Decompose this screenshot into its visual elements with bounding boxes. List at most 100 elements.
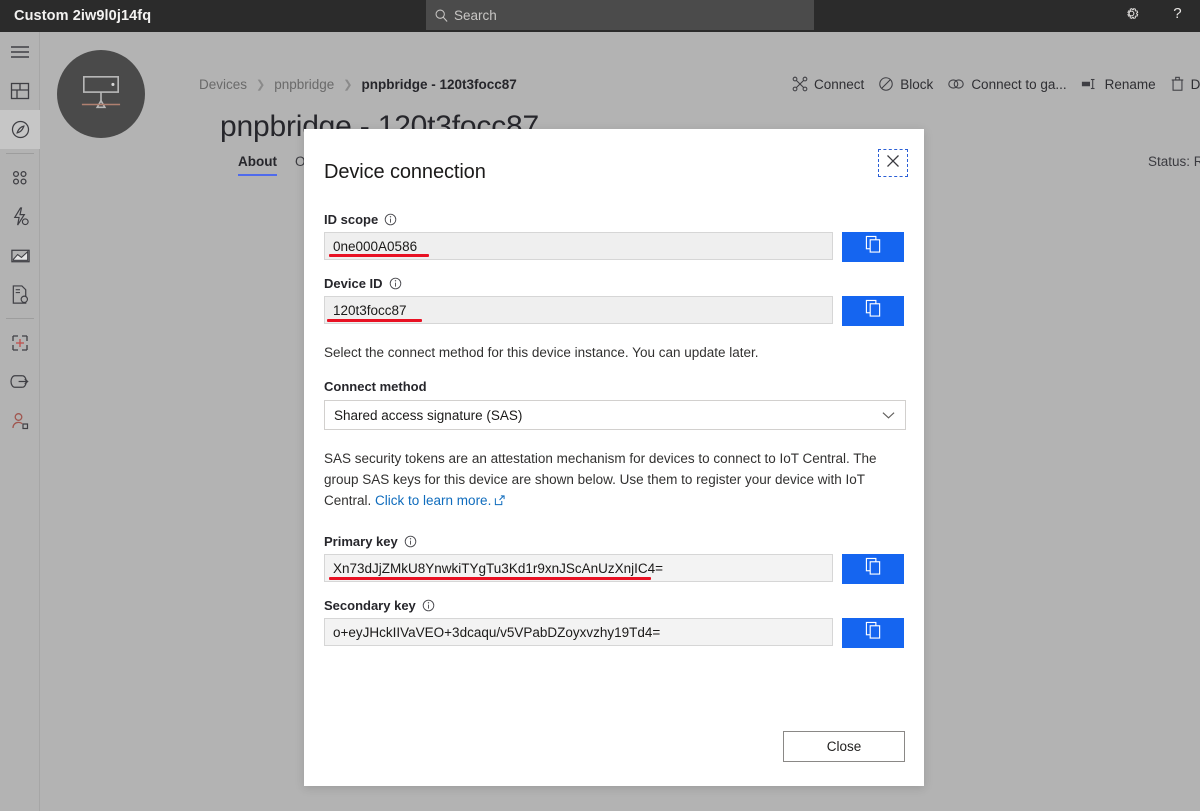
jobs-icon (10, 284, 30, 305)
copy-secondary-key-button[interactable] (842, 618, 904, 648)
primary-key-label: Primary key (324, 534, 398, 549)
breadcrumb-item-current: pnpbridge - 120t3focc87 (361, 77, 517, 92)
sidebar-item-device-templates[interactable] (0, 323, 40, 362)
device-id-label: Device ID (324, 276, 383, 291)
close-button[interactable]: Close (783, 731, 905, 762)
settings-button[interactable] (1108, 0, 1154, 32)
annotation-underline (329, 577, 651, 580)
top-bar-actions: ? (1108, 0, 1200, 32)
info-icon[interactable] (404, 535, 417, 548)
search-box[interactable]: Search (426, 0, 814, 30)
sidebar-item-devices[interactable] (0, 110, 40, 149)
learn-more-link[interactable]: Click to learn more. (375, 493, 491, 508)
id-scope-input[interactable]: 0ne000A0586 (324, 232, 833, 260)
primary-key-value: Xn73dJjZMkU8YnwkiTYgTu3Kd1r9xnJScAnUzXnj… (333, 560, 664, 576)
rename-button[interactable]: Rename (1081, 77, 1156, 92)
tab-about[interactable]: About (238, 154, 277, 176)
link-icon (947, 77, 965, 91)
copy-id-scope-button[interactable] (842, 232, 904, 262)
sidebar-item-device-groups[interactable] (0, 158, 40, 197)
sas-description-line-3: Central. (324, 493, 376, 508)
device-id-field: Device ID 120t3focc87 (324, 276, 904, 326)
sidebar-item-dashboard[interactable] (0, 71, 40, 110)
breadcrumb-chevron-icon: ❯ (343, 79, 353, 91)
gateway-device-icon (81, 76, 121, 109)
secondary-key-input[interactable]: o+eyJHckIIVaVEO+3dcaqu/v5VPabDZoyxvzhy19… (324, 618, 833, 646)
info-icon[interactable] (384, 213, 397, 226)
close-dialog-button[interactable] (878, 149, 908, 177)
id-scope-value: 0ne000A0586 (333, 238, 418, 254)
copy-device-id-button[interactable] (842, 296, 904, 326)
connect-method-dropdown[interactable]: Shared access signature (SAS) (324, 400, 906, 430)
administration-user-icon (10, 411, 30, 431)
secondary-key-row: o+eyJHckIIVaVEO+3dcaqu/v5VPabDZoyxvzhy19… (324, 618, 904, 648)
device-id-label-row: Device ID (324, 276, 904, 291)
search-icon (434, 8, 449, 23)
connect-method-label: Connect method (324, 379, 427, 394)
top-bar: Custom 2iw9l0j14fq Search ? (0, 0, 1200, 32)
sidebar-item-hamburger-menu[interactable] (0, 32, 40, 71)
info-icon[interactable] (389, 277, 402, 290)
primary-key-input[interactable]: Xn73dJjZMkU8YnwkiTYgTu3Kd1r9xnJScAnUzXnj… (324, 554, 833, 582)
sidebar-item-jobs[interactable] (0, 275, 40, 314)
data-export-icon (9, 372, 31, 391)
status-badge: Status: Registere (1148, 154, 1200, 169)
device-id-input[interactable]: 120t3focc87 (324, 296, 833, 324)
dashboard-icon (10, 81, 30, 101)
id-scope-row: 0ne000A0586 (324, 232, 904, 262)
gear-icon (1123, 5, 1140, 27)
svg-text:?: ? (1173, 5, 1181, 22)
delete-trash-icon (1170, 76, 1185, 92)
primary-key-row: Xn73dJjZMkU8YnwkiTYgTu3Kd1r9xnJScAnUzXnj… (324, 554, 904, 584)
secondary-key-field: Secondary key o+eyJHckIIVaVEO+3dcaqu/v5V… (324, 598, 904, 648)
connect-label: Connect (814, 76, 865, 92)
left-nav-rail (0, 32, 40, 811)
copy-icon (865, 235, 882, 259)
sidebar-item-rules[interactable] (0, 197, 40, 236)
connect-method-selected-value: Shared access signature (SAS) (334, 407, 523, 423)
sas-description: SAS security tokens are an attestation m… (324, 448, 884, 512)
copy-icon (865, 299, 882, 323)
device-connection-dialog: Device connection ID scope 0ne000A0586 D… (304, 129, 924, 786)
secondary-key-label: Secondary key (324, 598, 416, 613)
analytics-chart-icon (10, 246, 31, 266)
secondary-key-label-row: Secondary key (324, 598, 904, 613)
connect-button[interactable]: Connect (792, 76, 864, 92)
sidebar-item-analytics[interactable] (0, 236, 40, 275)
app-title: Custom 2iw9l0j14fq (14, 8, 152, 24)
sidebar-item-administration[interactable] (0, 401, 40, 440)
breadcrumb-item-devices[interactable]: Devices (199, 77, 247, 92)
question-mark-icon: ? (1169, 4, 1186, 28)
copy-icon (865, 557, 882, 581)
id-scope-label-row: ID scope (324, 212, 904, 227)
delete-button[interactable]: Delet (1170, 76, 1200, 92)
dialog-footer: Close (783, 731, 905, 762)
dialog-title: Device connection (324, 161, 486, 183)
connect-to-gateway-button[interactable]: Connect to ga... (947, 77, 1067, 92)
block-button[interactable]: Block (878, 76, 933, 92)
hamburger-menu-icon (10, 45, 30, 59)
breadcrumb-item-pnpbridge[interactable]: pnpbridge (274, 77, 334, 92)
search-placeholder: Search (454, 7, 497, 23)
device-templates-icon (10, 333, 30, 353)
secondary-key-value: o+eyJHckIIVaVEO+3dcaqu/v5VPabDZoyxvzhy19… (333, 624, 661, 640)
breadcrumb-chevron-icon: ❯ (256, 79, 266, 91)
rail-divider-2 (5, 318, 34, 319)
device-avatar (57, 50, 145, 138)
copy-primary-key-button[interactable] (842, 554, 904, 584)
help-button[interactable]: ? (1154, 0, 1200, 32)
rename-icon (1081, 77, 1099, 91)
copy-icon (865, 621, 882, 645)
breadcrumb: Devices ❯ pnpbridge ❯ pnpbridge - 120t3f… (199, 77, 517, 92)
connect-method-hint: Select the connect method for this devic… (324, 345, 759, 360)
connect-icon (792, 76, 808, 92)
sas-description-line-2: group SAS keys for this device are shown… (324, 472, 865, 487)
external-link-icon (494, 491, 505, 512)
command-bar: Connect Block Connect to ga... Rename D (792, 76, 1200, 92)
sidebar-item-data-export[interactable] (0, 362, 40, 401)
annotation-underline (329, 254, 429, 257)
chevron-down-icon (882, 408, 895, 423)
id-scope-label: ID scope (324, 212, 379, 227)
info-icon[interactable] (422, 599, 435, 612)
annotation-underline (327, 319, 422, 322)
